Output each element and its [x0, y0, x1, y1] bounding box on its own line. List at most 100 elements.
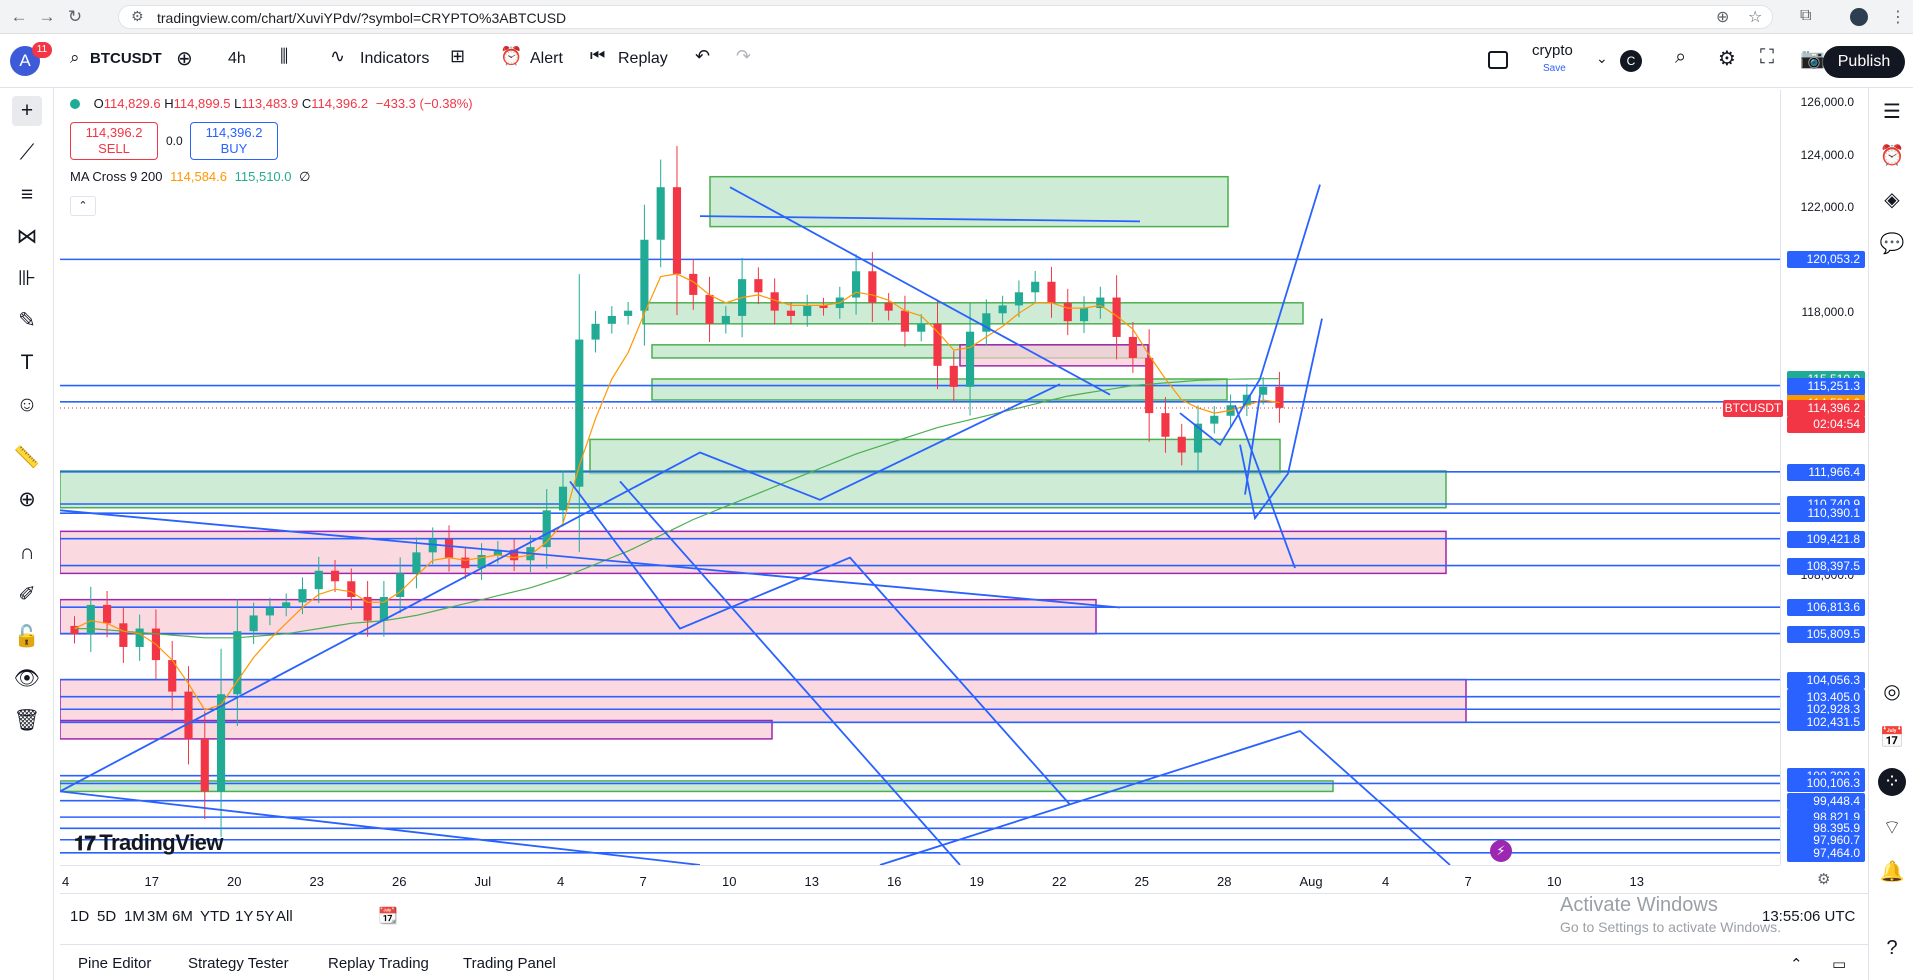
- bell-icon[interactable]: 🔔: [1878, 858, 1906, 886]
- calendar-icon[interactable]: 📅: [1878, 724, 1906, 752]
- layout-avatar[interactable]: C: [1620, 50, 1642, 72]
- site-info-icon[interactable]: ⚙: [131, 8, 144, 25]
- indicators-icon[interactable]: ∿: [330, 46, 345, 67]
- forecast-icon[interactable]: ⊪: [12, 264, 42, 294]
- tab-strategy-tester[interactable]: Strategy Tester: [188, 955, 289, 972]
- ma-extra: ∅: [299, 169, 311, 184]
- layout-square-icon[interactable]: [1488, 51, 1508, 69]
- zoom-in-icon[interactable]: ⊕: [12, 485, 42, 515]
- search-icon[interactable]: ⌕: [70, 48, 80, 68]
- profile-icon[interactable]: [1850, 8, 1868, 26]
- candle-body-62: [1079, 308, 1089, 322]
- signal-icon[interactable]: ⌔: [1878, 814, 1906, 842]
- chevron-down-icon[interactable]: ⌄: [1596, 50, 1608, 67]
- redo-icon[interactable]: ↷: [736, 46, 751, 67]
- sell-button[interactable]: 114,396.2 SELL: [70, 122, 158, 160]
- reload-icon[interactable]: ↻: [64, 6, 86, 28]
- alert-clock-icon[interactable]: ⏰: [500, 46, 522, 67]
- chart-toolbar: A 11 ⌕ BTCUSDT ⊕ 4h ⫼ ∿ Indicators ⊞ ⏰ A…: [0, 34, 1913, 88]
- trash-icon[interactable]: 🗑: [12, 706, 42, 736]
- range-button-all[interactable]: All: [276, 908, 293, 925]
- right-panel-toolbar: ☰ ⏰ ◈ 💬 ◎ 📅 ⁘ ⌔ 🔔 ?: [1868, 88, 1913, 980]
- candle-body-50: [884, 302, 893, 311]
- layout-name[interactable]: crypto: [1532, 42, 1573, 59]
- lightning-event-icon[interactable]: ⚡: [1490, 840, 1512, 862]
- maximize-panel-icon[interactable]: ▭: [1832, 955, 1846, 973]
- help-icon[interactable]: ?: [1878, 934, 1906, 962]
- undo-icon[interactable]: ↶: [695, 46, 710, 67]
- camera-icon[interactable]: 📷: [1800, 46, 1825, 71]
- layouts-grid-icon[interactable]: ⊞: [450, 46, 465, 67]
- range-button-1y[interactable]: 1Y: [235, 908, 253, 925]
- address-bar[interactable]: ⚙ tradingview.com/chart/XuviYPdv/?symbol…: [118, 5, 1773, 29]
- apps-grid-icon[interactable]: ⁘: [1878, 768, 1906, 796]
- emoji-icon[interactable]: ☺: [12, 390, 42, 420]
- range-button-1m[interactable]: 1M: [124, 908, 145, 925]
- quick-search-icon[interactable]: ⌕: [1675, 46, 1686, 69]
- range-button-5y[interactable]: 5Y: [256, 908, 274, 925]
- tab-trading-panel[interactable]: Trading Panel: [463, 955, 556, 972]
- range-button-1d[interactable]: 1D: [70, 908, 89, 925]
- layers-icon[interactable]: ◈: [1878, 186, 1906, 214]
- publish-button[interactable]: Publish: [1823, 46, 1905, 78]
- fullscreen-icon[interactable]: ⛶: [1760, 46, 1774, 69]
- symbol-price-tag: BTCUSDT: [1723, 399, 1783, 417]
- alerts-icon[interactable]: ⏰: [1878, 142, 1906, 170]
- target-icon[interactable]: ◎: [1878, 678, 1906, 706]
- menu-icon[interactable]: ⋮: [1890, 7, 1906, 27]
- layout-save-label[interactable]: Save: [1543, 63, 1566, 74]
- time-axis[interactable]: 4 17 20 23 26 Jul 4 7 10 13 16 19 22 25 28 Aug 4 7 10 13: [60, 865, 1780, 893]
- crosshair-icon[interactable]: +: [12, 96, 42, 126]
- chart-pane[interactable]: [60, 90, 1780, 865]
- low-value: 113,483.9: [241, 96, 299, 111]
- close-value: 114,396.2: [311, 96, 369, 111]
- time-tick: 17: [144, 874, 159, 889]
- lock-icon[interactable]: 🔓: [12, 622, 42, 652]
- ma-fast-value: 114,584.6: [170, 169, 227, 184]
- back-icon[interactable]: ←: [8, 6, 30, 28]
- time-tick: 7: [1464, 874, 1472, 889]
- candle-body-55: [965, 331, 975, 387]
- replay-button[interactable]: Replay: [618, 50, 668, 68]
- fib-lines-icon[interactable]: ≡: [12, 180, 42, 210]
- ruler-icon[interactable]: 📏: [12, 443, 42, 473]
- extensions-icon[interactable]: ⧉: [1800, 7, 1811, 25]
- collapse-legend-icon[interactable]: ⌃: [70, 196, 96, 216]
- price-axis[interactable]: 126,000.0 124,000.0 122,000.0 118,000.0 108,…: [1780, 90, 1868, 865]
- candle-body-70: [1210, 415, 1219, 424]
- price-chart[interactable]: [60, 90, 1780, 865]
- buy-button[interactable]: 114,396.2 BUY: [190, 122, 278, 160]
- magnet-icon[interactable]: ∩: [12, 538, 42, 568]
- alert-button[interactable]: Alert: [530, 50, 563, 68]
- pattern-icon[interactable]: ⋈: [12, 222, 42, 252]
- tab-replay-trading[interactable]: Replay Trading: [328, 955, 429, 972]
- indicators-button[interactable]: Indicators: [360, 50, 429, 68]
- chat-icon[interactable]: 💬: [1878, 230, 1906, 258]
- bookmark-star-icon[interactable]: ☆: [1748, 7, 1762, 27]
- eye-icon[interactable]: 👁: [12, 664, 42, 694]
- range-button-6m[interactable]: 6M: [172, 908, 193, 925]
- chevron-up-icon[interactable]: ⌃: [1790, 955, 1803, 973]
- date-range-calendar-icon[interactable]: 📆: [378, 906, 398, 926]
- tab-pine-editor[interactable]: Pine Editor: [78, 955, 151, 972]
- trend-line-icon[interactable]: ⟋: [12, 138, 42, 168]
- drawing-mode-icon[interactable]: ✐: [12, 580, 42, 610]
- time-tick: 23: [309, 874, 324, 889]
- text-icon[interactable]: T: [12, 348, 42, 378]
- range-button-5d[interactable]: 5D: [97, 908, 116, 925]
- range-button-3m[interactable]: 3M: [147, 908, 168, 925]
- settings-gear-icon[interactable]: ⚙: [1718, 46, 1736, 71]
- forward-icon[interactable]: →: [36, 6, 58, 28]
- zoom-icon[interactable]: ⊕: [1716, 7, 1729, 27]
- countdown-label: 02:04:54: [1787, 415, 1865, 433]
- brush-icon[interactable]: ✎: [12, 306, 42, 336]
- candles-icon[interactable]: ⫼: [280, 46, 288, 67]
- interval-button[interactable]: 4h: [228, 50, 246, 68]
- range-button-ytd[interactable]: YTD: [200, 908, 230, 925]
- time-tick: Jul: [474, 874, 492, 889]
- replay-icon[interactable]: ⏮: [590, 46, 605, 66]
- symbol-search-button[interactable]: BTCUSDT: [90, 50, 162, 67]
- axis-settings-icon[interactable]: ⚙: [1817, 870, 1830, 888]
- watchlist-icon[interactable]: ☰: [1878, 98, 1906, 126]
- compare-plus-icon[interactable]: ⊕: [176, 46, 193, 71]
